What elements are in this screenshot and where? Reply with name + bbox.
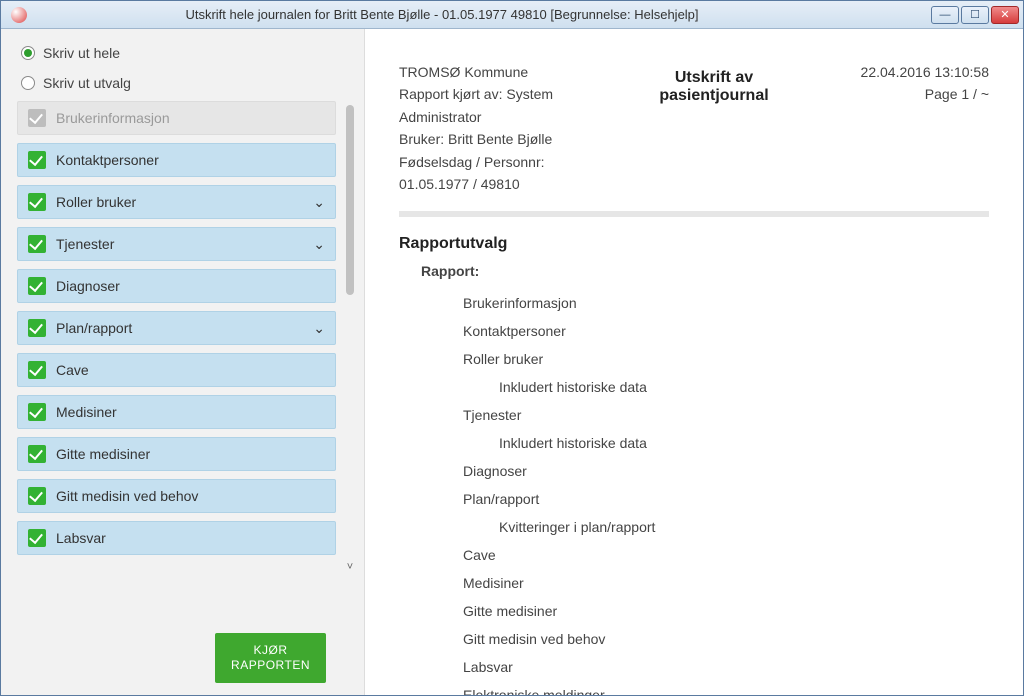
report-header-right: 22.04.2016 13:10:58 Page 1 / ~	[819, 61, 989, 195]
item-diagnoser[interactable]: Diagnoser	[17, 269, 336, 303]
report-header: TROMSØ Kommune Rapport kjørt av: System …	[399, 61, 989, 195]
report-title-l2: pasientjournal	[609, 87, 819, 105]
report-timestamp: 22.04.2016 13:10:58	[819, 61, 989, 83]
checkbox-icon	[28, 445, 46, 463]
item-label: Gitt medisin ved behov	[56, 488, 198, 504]
report-dob: Fødselsdag / Personnr: 01.05.1977 / 4981…	[399, 151, 609, 196]
radio-icon	[21, 76, 35, 90]
run-report-button[interactable]: KJØR RAPPORTEN	[215, 633, 326, 683]
radio-icon	[21, 46, 35, 60]
item-plan-rapport[interactable]: Plan/rapport ⌄	[17, 311, 336, 345]
section-title: Rapportutvalg	[399, 235, 989, 253]
report-title: Utskrift av pasientjournal	[609, 61, 819, 195]
report-org: TROMSØ Kommune	[399, 61, 609, 83]
checkbox-icon	[28, 109, 46, 127]
toc-medisiner: Medisiner	[463, 569, 989, 597]
item-label: Tjenester	[56, 236, 114, 252]
item-medisiner[interactable]: Medisiner	[17, 395, 336, 429]
body: Skriv ut hele Skriv ut utvalg Brukerinfo…	[1, 29, 1023, 695]
toc-plan-rapport: Plan/rapport	[463, 485, 989, 513]
checkbox-icon	[28, 193, 46, 211]
titlebar: Utskrift hele journalen for Britt Bente …	[1, 1, 1023, 29]
toc-tjenester: Tjenester	[463, 401, 989, 429]
report-toc: Brukerinformasjon Kontaktpersoner Roller…	[463, 289, 989, 695]
toc-cave: Cave	[463, 541, 989, 569]
scroll-thumb[interactable]	[346, 105, 354, 295]
checkbox-icon	[28, 151, 46, 169]
item-gitt-medisin-ved-behov[interactable]: Gitt medisin ved behov	[17, 479, 336, 513]
checkbox-icon	[28, 361, 46, 379]
left-pane: Skriv ut hele Skriv ut utvalg Brukerinfo…	[1, 29, 365, 695]
toc-tjenester-sub: Inkludert historiske data	[499, 429, 989, 457]
toc-plan-sub: Kvitteringer i plan/rapport	[499, 513, 989, 541]
report-header-left: TROMSØ Kommune Rapport kjørt av: System …	[399, 61, 609, 195]
radio-print-all-label: Skriv ut hele	[43, 45, 120, 61]
toc-diagnoser: Diagnoser	[463, 457, 989, 485]
checkbox-icon	[28, 487, 46, 505]
item-label: Brukerinformasjon	[56, 110, 170, 126]
report-page: Page 1 / ~	[819, 83, 989, 105]
item-label: Gitte medisiner	[56, 446, 150, 462]
item-label: Plan/rapport	[56, 320, 132, 336]
window-title: Utskrift hele journalen for Britt Bente …	[33, 7, 931, 22]
checkbox-icon	[28, 319, 46, 337]
item-label: Kontaktpersoner	[56, 152, 159, 168]
item-tjenester[interactable]: Tjenester ⌄	[17, 227, 336, 261]
chevron-down-icon: ⌄	[313, 194, 325, 211]
checkbox-icon	[28, 277, 46, 295]
toc-roller-bruker: Roller bruker	[463, 345, 989, 373]
chevron-down-icon: ⌄	[313, 320, 325, 337]
checkbox-icon	[28, 529, 46, 547]
report-user: Bruker: Britt Bente Bjølle	[399, 128, 609, 150]
scroll-down-icon: ˅	[344, 561, 356, 573]
checklist-scrollbar[interactable]: ˄ ˅	[344, 105, 356, 559]
toc-labsvar: Labsvar	[463, 653, 989, 681]
run-button-line1: KJØR	[254, 643, 288, 657]
app-icon	[11, 7, 27, 23]
scroll-track	[344, 105, 356, 485]
item-gitte-medisiner[interactable]: Gitte medisiner	[17, 437, 336, 471]
maximize-button[interactable]: ☐	[961, 6, 989, 24]
item-labsvar[interactable]: Labsvar	[17, 521, 336, 555]
report-run-by: Rapport kjørt av: System Administrator	[399, 83, 609, 128]
section-checklist: Brukerinformasjon Kontaktpersoner Roller…	[17, 101, 356, 555]
item-label: Medisiner	[56, 404, 117, 420]
radio-print-selection-label: Skriv ut utvalg	[43, 75, 131, 91]
item-label: Labsvar	[56, 530, 106, 546]
close-button[interactable]: ✕	[991, 6, 1019, 24]
item-kontaktpersoner[interactable]: Kontaktpersoner	[17, 143, 336, 177]
checkbox-icon	[28, 235, 46, 253]
section-subtitle: Rapport:	[421, 263, 989, 279]
toc-gitte-medisiner: Gitte medisiner	[463, 597, 989, 625]
item-label: Diagnoser	[56, 278, 120, 294]
item-label: Roller bruker	[56, 194, 136, 210]
radio-print-selection[interactable]: Skriv ut utvalg	[21, 75, 356, 91]
toc-kontaktpersoner: Kontaktpersoner	[463, 317, 989, 345]
checkbox-icon	[28, 403, 46, 421]
item-cave[interactable]: Cave	[17, 353, 336, 387]
item-brukerinformasjon[interactable]: Brukerinformasjon	[17, 101, 336, 135]
report-title-l1: Utskrift av	[609, 69, 819, 87]
run-button-line2: RAPPORTEN	[231, 658, 310, 672]
minimize-button[interactable]: —	[931, 6, 959, 24]
toc-brukerinformasjon: Brukerinformasjon	[463, 289, 989, 317]
toc-roller-sub: Inkludert historiske data	[499, 373, 989, 401]
chevron-down-icon: ⌄	[313, 236, 325, 253]
radio-print-all[interactable]: Skriv ut hele	[21, 45, 356, 61]
header-divider	[399, 211, 989, 217]
toc-gitt-medisin-ved-behov: Gitt medisin ved behov	[463, 625, 989, 653]
item-roller-bruker[interactable]: Roller bruker ⌄	[17, 185, 336, 219]
run-button-wrap: KJØR RAPPORTEN	[17, 619, 356, 683]
window: Utskrift hele journalen for Britt Bente …	[0, 0, 1024, 696]
window-controls: — ☐ ✕	[931, 6, 1019, 24]
item-label: Cave	[56, 362, 89, 378]
report-preview: TROMSØ Kommune Rapport kjørt av: System …	[365, 29, 1023, 695]
toc-elektroniske-meldinger: Elektroniske meldinger	[463, 681, 989, 695]
